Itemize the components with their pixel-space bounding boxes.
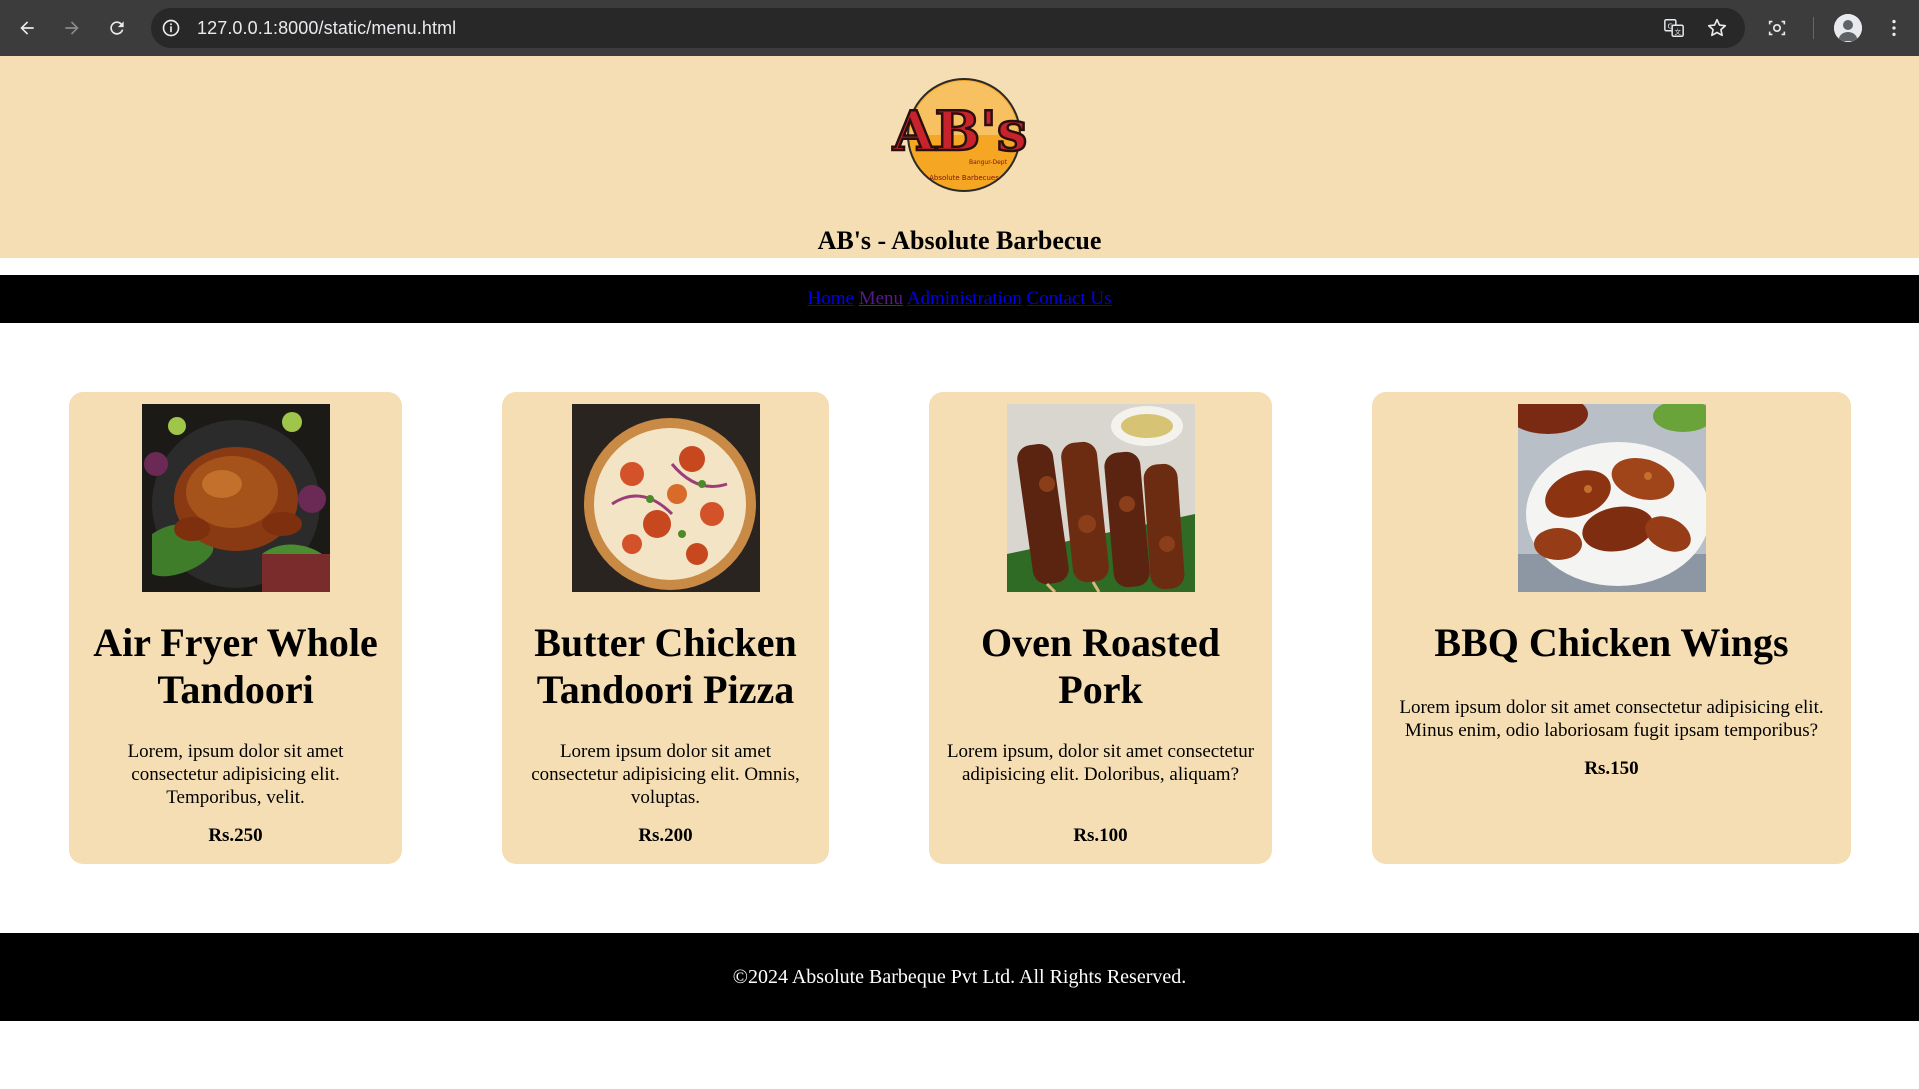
site-info-icon[interactable] [161,18,181,38]
item-price: Rs.150 [1584,758,1639,779]
site-header: AB's Bangur-Dept Absolute Barbecues AB's… [0,56,1919,258]
translate-icon[interactable]: G文 [1663,17,1685,39]
roast-chicken-photo [141,404,330,592]
browser-toolbar: 127.0.0.1:8000/static/menu.html G文 [0,0,1919,56]
site-footer: ©2024 Absolute Barbeque Pvt Ltd. All Rig… [0,933,1919,1021]
menu-grid: Air Fryer Whole Tandoori Lorem, ipsum do… [0,323,1919,933]
menu-card: Oven Roasted Pork Lorem ipsum, dolor sit… [929,392,1272,864]
site-title: AB's - Absolute Barbecue [817,226,1102,255]
browser-menu-icon[interactable] [1880,14,1908,42]
nav-link-menu[interactable]: Menu [859,288,903,309]
item-name: Oven Roasted Pork [981,620,1220,712]
address-bar[interactable]: 127.0.0.1:8000/static/menu.html G文 [151,8,1745,48]
main-nav: Home Menu Administration Contact Us [0,275,1919,323]
menu-card: Butter Chicken Tandoori Pizza Lorem ipsu… [502,392,829,864]
chicken-wings-photo [1517,404,1706,592]
item-price: Rs.100 [1073,825,1128,846]
item-price: Rs.200 [638,825,693,846]
header-gap [0,258,1919,275]
svg-text:Bangur-Dept: Bangur-Dept [969,159,1008,166]
item-description: Lorem ipsum dolor sit amet consectetur a… [1399,697,1824,741]
nav-link-contact-us[interactable]: Contact Us [1027,288,1112,309]
forward-arrow-icon [65,21,79,35]
screenshot-icon[interactable] [1763,14,1791,42]
back-button[interactable] [13,14,41,42]
item-name: BBQ Chicken Wings [1434,620,1789,665]
url-text[interactable]: 127.0.0.1:8000/static/menu.html [197,18,456,39]
item-description: Lorem, ipsum dolor sit amet consectetur … [127,741,344,808]
item-name: Butter Chicken Tandoori Pizza [534,620,797,712]
nav-link-home[interactable]: Home [808,288,854,309]
pizza-photo [571,404,760,592]
menu-card: Air Fryer Whole Tandoori Lorem, ipsum do… [69,392,402,864]
item-description: Lorem ipsum dolor sit amet consectetur a… [531,741,800,808]
reload-icon [110,21,124,35]
toolbar-divider [1813,17,1814,39]
nav-link-administration[interactable]: Administration [907,288,1022,309]
brand-logo: AB's Bangur-Dept Absolute Barbecues [880,76,1040,194]
bookmark-star-icon[interactable] [1706,17,1728,39]
svg-text:G: G [1667,21,1673,30]
reload-button[interactable] [103,14,131,42]
svg-text:AB's: AB's [892,99,1027,163]
profile-avatar[interactable] [1834,14,1862,42]
copyright-text: ©2024 Absolute Barbeque Pvt Ltd. All Rig… [732,966,1187,988]
item-price: Rs.250 [208,825,263,846]
svg-text:Absolute Barbecues: Absolute Barbecues [929,174,999,182]
item-name: Air Fryer Whole Tandoori [93,620,378,712]
menu-card: BBQ Chicken Wings Lorem ipsum dolor sit … [1372,392,1851,864]
back-arrow-icon [20,21,34,35]
svg-text:文: 文 [1674,27,1681,36]
forward-button[interactable] [58,14,86,42]
item-description: Lorem ipsum, dolor sit amet consectetur … [946,741,1255,785]
pork-skewers-photo [1006,404,1195,592]
